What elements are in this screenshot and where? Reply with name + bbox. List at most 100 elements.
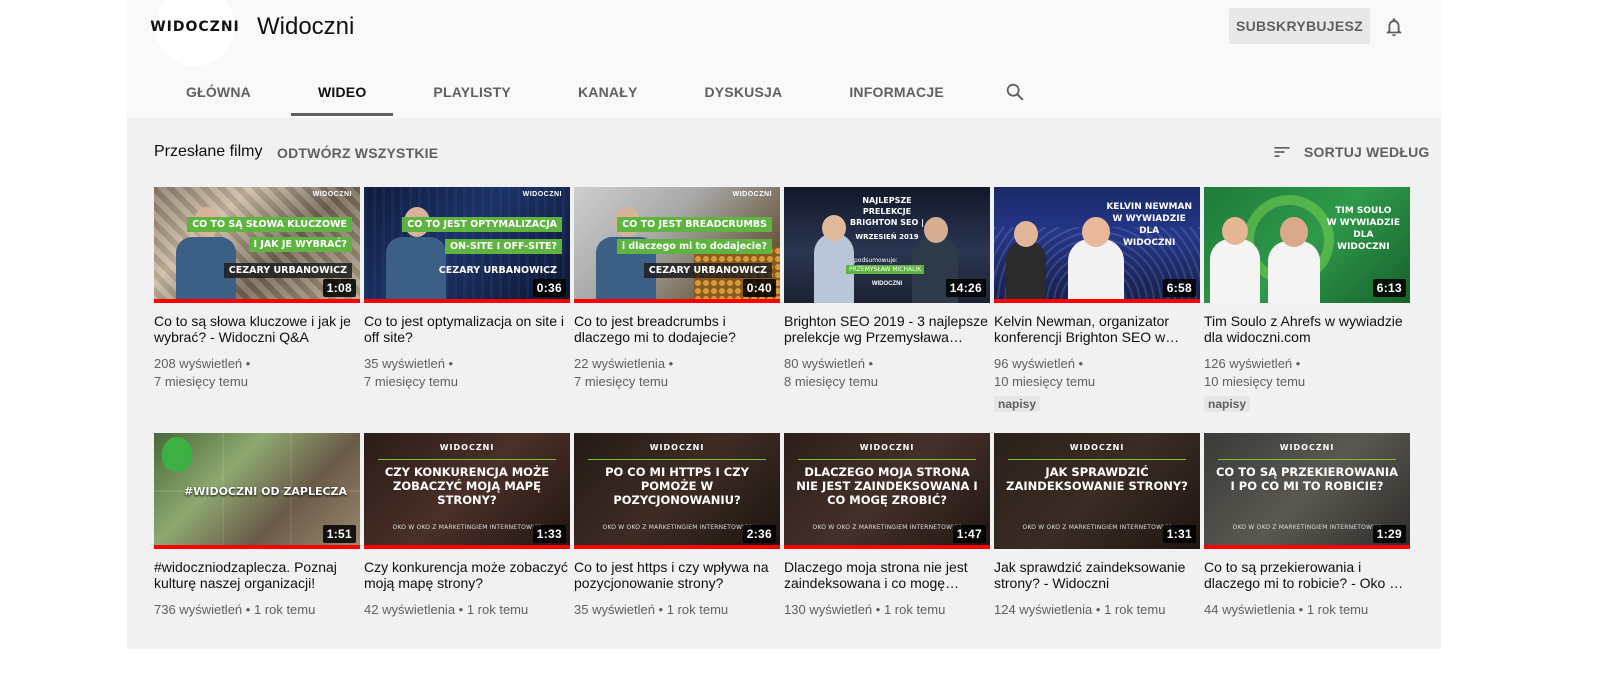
channel-tabs: GŁÓWNA WIDEO PLAYLISTY KANAŁY DYSKUSJA I…	[159, 68, 1028, 116]
video-card[interactable]: WIDOCZNI CO TO JEST OPTYMALIZACJA ON-SIT…	[364, 187, 570, 433]
video-duration: 0:36	[532, 279, 566, 297]
video-title[interactable]: Kelvin Newman, organizator konferencji B…	[994, 313, 1200, 345]
video-thumbnail[interactable]: WIDOCZNI CO TO SĄ SŁOWA KLUCZOWE I JAK J…	[154, 187, 360, 303]
videos-section: Przesłane filmy ODTWÓRZ WSZYSTKIE SORTUJ…	[127, 118, 1441, 649]
video-card[interactable]: WIDOCZNI CO TO SĄ SŁOWA KLUCZOWE I JAK J…	[154, 187, 360, 433]
video-views: 736 wyświetleń	[154, 602, 243, 617]
thumb-line: NAJLEPSZE	[862, 196, 912, 205]
video-age: 7 miesięcy temu	[364, 374, 458, 389]
thumb-line: DLA	[1139, 226, 1160, 236]
thumb-presenter: PRZEMYSŁAW MICHALIK	[846, 265, 925, 274]
video-title[interactable]: Brighton SEO 2019 - 3 najlepsze prelekcj…	[784, 313, 990, 345]
thumb-headline: CO TO SĄ PRZEKIEROWANIA I PO CO MI TO RO…	[1215, 465, 1399, 493]
video-card[interactable]: WIDOCZNI CO TO JEST BREADCRUMBS i dlacze…	[574, 187, 780, 433]
video-card[interactable]: TIM SOULO W WYWIADZIE DLA WIDOCZNI 6:13 …	[1204, 187, 1410, 433]
video-card[interactable]: NAJLEPSZE PRELEKCJE BRIGHTON SEO | WRZES…	[784, 187, 990, 433]
thumb-headline: JAK SPRAWDZIĆ ZAINDEKSOWANIE STRONY?	[1006, 465, 1188, 493]
video-meta: 208 wyświetleń • 7 miesięcy temu	[154, 356, 251, 389]
video-views: 126 wyświetleń	[1204, 356, 1293, 371]
tab-glowna[interactable]: GŁÓWNA	[159, 68, 278, 116]
video-duration: 1:08	[322, 279, 356, 297]
video-age: 1 rok temu	[253, 602, 316, 617]
sort-icon	[1274, 147, 1290, 157]
tab-dyskusja[interactable]: DYSKUSJA	[677, 68, 809, 116]
channel-avatar[interactable]: WIDOCZNI	[150, 0, 239, 66]
video-views: 22 wyświetlenia	[574, 356, 666, 371]
mascot-figure	[162, 437, 192, 471]
video-title[interactable]: Co to jest https i czy wpływa na pozycjo…	[574, 559, 780, 591]
video-thumbnail[interactable]: WIDOCZNI CO TO SĄ PRZEKIEROWANIA I PO CO…	[1204, 433, 1410, 549]
video-age: 1 rok temu	[1306, 602, 1369, 617]
thumb-line: WIDOCZNI	[1337, 242, 1390, 252]
thumb-subheadline: ON-SITE I OFF-SITE?	[444, 239, 562, 254]
video-card[interactable]: WIDOCZNI PO CO MI HTTPS I CZY POMOŻE W P…	[574, 433, 780, 679]
thumb-speaker: CEZARY URBANOWICZ	[223, 263, 352, 278]
watch-progress	[364, 299, 570, 303]
tab-informacje[interactable]: INFORMACJE	[822, 68, 971, 116]
captions-badge: napisy	[1204, 396, 1251, 412]
video-duration: 2:36	[742, 525, 776, 543]
video-duration: 6:13	[1372, 279, 1406, 297]
thumb-divider	[798, 459, 976, 460]
video-thumbnail[interactable]: WIDOCZNI DLACZEGO MOJA STRONA NIE JEST Z…	[784, 433, 990, 549]
thumb-headline: PO CO MI HTTPS I CZY POMOŻE W POZYCJONOW…	[605, 465, 749, 507]
video-meta: 44 wyświetlenia • 1 rok temu	[1204, 602, 1369, 617]
video-duration: 6:58	[1162, 279, 1196, 297]
thumb-line: W WYWIADZIE	[1326, 218, 1400, 228]
video-title[interactable]: Co to jest breadcrumbs i dlaczego mi to …	[574, 313, 780, 345]
video-meta: 42 wyświetlenia • 1 rok temu	[364, 602, 529, 617]
video-age: 10 miesięcy temu	[1204, 374, 1306, 389]
video-card[interactable]: WIDOCZNI CZY KONKURENCJA MOŻE ZOBACZYĆ M…	[364, 433, 570, 679]
video-thumbnail[interactable]: WIDOCZNI CO TO JEST OPTYMALIZACJA ON-SIT…	[364, 187, 570, 303]
sort-button[interactable]: SORTUJ WEDŁUG	[1272, 142, 1430, 162]
thumb-line: TIM SOULO	[1335, 206, 1392, 216]
video-title[interactable]: Co to są przekierowania i dlaczego mi to…	[1204, 559, 1410, 591]
video-meta: 124 wyświetlenia • 1 rok temu	[994, 602, 1166, 617]
video-title[interactable]: Czy konkurencja może zobaczyć moją mapę …	[364, 559, 570, 591]
channel-name: Widoczni	[257, 13, 355, 40]
video-title[interactable]: Tim Soulo z Ahrefs w wywiadzie dla widoc…	[1204, 313, 1410, 345]
video-thumbnail[interactable]: KELVIN NEWMAN W WYWIADZIE DLA WIDOCZNI 6…	[994, 187, 1200, 303]
thumb-divider	[1218, 459, 1396, 460]
video-title[interactable]: Dlaczego moja strona nie jest zaindeksow…	[784, 559, 990, 591]
video-card[interactable]: WIDOCZNI DLACZEGO MOJA STRONA NIE JEST Z…	[784, 433, 990, 679]
video-meta: 35 wyświetleń • 1 rok temu	[574, 602, 729, 617]
video-card[interactable]: KELVIN NEWMAN W WYWIADZIE DLA WIDOCZNI 6…	[994, 187, 1200, 433]
channel-search-button[interactable]	[1004, 68, 1028, 116]
video-title[interactable]: Co to są słowa kluczowe i jak je wybrać?…	[154, 313, 360, 345]
thumb-headline: #WIDOCZNI OD ZAPLECZA	[184, 485, 348, 498]
video-thumbnail[interactable]: TIM SOULO W WYWIADZIE DLA WIDOCZNI 6:13	[1204, 187, 1410, 303]
subscribe-button[interactable]: SUBSKRYBUJESZ	[1229, 8, 1370, 44]
video-duration: 14:26	[945, 279, 986, 297]
video-thumbnail[interactable]: WIDOCZNI JAK SPRAWDZIĆ ZAINDEKSOWANIE ST…	[994, 433, 1200, 549]
tab-playlisty[interactable]: PLAYLISTY	[406, 68, 538, 116]
thumb-line: BRIGHTON SEO |	[850, 218, 924, 227]
video-thumbnail[interactable]: WIDOCZNI CO TO JEST BREADCRUMBS i dlacze…	[574, 187, 780, 303]
section-title: Przesłane filmy	[154, 143, 263, 160]
video-card[interactable]: #WIDOCZNI OD ZAPLECZA 1:51 #widoczniodza…	[154, 433, 360, 679]
video-views: 130 wyświetleń	[784, 602, 873, 617]
captions-badge: napisy	[994, 396, 1041, 412]
thumb-divider	[378, 459, 556, 460]
video-thumbnail[interactable]: WIDOCZNI CZY KONKURENCJA MOŻE ZOBACZYĆ M…	[364, 433, 570, 549]
video-title[interactable]: #widoczniodzaplecza. Poznaj kulturę nasz…	[154, 559, 360, 591]
video-card[interactable]: WIDOCZNI JAK SPRAWDZIĆ ZAINDEKSOWANIE ST…	[994, 433, 1200, 679]
video-thumbnail[interactable]: #WIDOCZNI OD ZAPLECZA 1:51	[154, 433, 360, 549]
search-icon	[1006, 83, 1024, 101]
video-meta: 130 wyświetleń • 1 rok temu	[784, 602, 946, 617]
video-duration: 1:31	[1162, 525, 1196, 543]
video-thumbnail[interactable]: NAJLEPSZE PRELEKCJE BRIGHTON SEO | WRZES…	[784, 187, 990, 303]
thumb-line: WIDOCZNI	[1122, 238, 1176, 248]
video-thumbnail[interactable]: WIDOCZNI PO CO MI HTTPS I CZY POMOŻE W P…	[574, 433, 780, 549]
bell-icon[interactable]	[1383, 16, 1405, 38]
tab-kanaly[interactable]: KANAŁY	[551, 68, 665, 116]
video-title[interactable]: Jak sprawdzić zaindeksowanie strony? - W…	[994, 559, 1200, 591]
video-card[interactable]: WIDOCZNI CO TO SĄ PRZEKIEROWANIA I PO CO…	[1204, 433, 1410, 679]
video-title[interactable]: Co to jest optymalizacja on site i off s…	[364, 313, 570, 345]
play-all-button[interactable]: ODTWÓRZ WSZYSTKIE	[277, 145, 438, 161]
tab-wideo[interactable]: WIDEO	[290, 68, 394, 116]
thumb-subheadline: I JAK JE WYBRAĆ?	[248, 237, 352, 252]
thumb-logo: WIDOCZNI	[859, 443, 915, 452]
video-duration: 1:29	[1372, 525, 1406, 543]
video-duration: 1:51	[322, 525, 356, 543]
